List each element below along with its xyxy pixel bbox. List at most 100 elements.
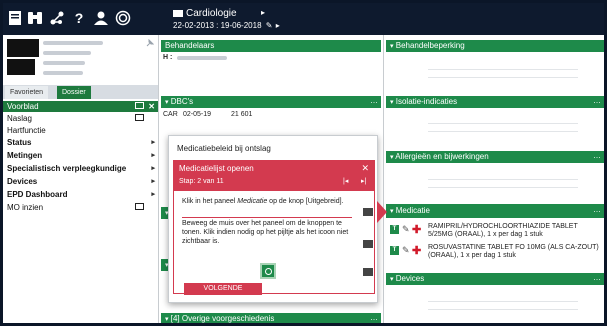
document-icon[interactable]	[7, 10, 23, 26]
last-step-icon[interactable]: ▸|	[361, 177, 366, 185]
tab-favorieten[interactable]: Favorieten	[5, 86, 49, 99]
folder-icon	[173, 10, 183, 17]
patient-name-redacted	[43, 41, 103, 45]
chevron-down-icon: ▾	[390, 208, 394, 215]
chevron-right-icon: ▸	[275, 21, 280, 30]
panel-header-dbcs[interactable]: ▾ DBC's …	[161, 96, 381, 108]
panel-header-isolatie-indicaties[interactable]: ▾ Isolatie-indicaties …	[386, 96, 604, 108]
panel-header-allergieen[interactable]: ▾ Allergieën en bijwerkingen …	[386, 151, 604, 163]
panel-header-devices[interactable]: ▾ Devices …	[386, 273, 604, 285]
divider	[383, 35, 384, 323]
chevron-down-icon: ▾	[165, 316, 169, 323]
first-step-icon[interactable]: |◂	[343, 177, 348, 185]
tutorial-pointer-arrow	[377, 201, 387, 223]
chevron-right-icon: ▸	[151, 165, 155, 172]
comment-icon[interactable]	[363, 208, 373, 216]
chevron-right-icon: ▸	[151, 178, 155, 185]
medical-cross-icon: ✚	[412, 245, 422, 257]
binoculars-icon[interactable]	[27, 10, 43, 26]
medication-row[interactable]: T ✎ ✚ ROSUVASTATINE TABLET FO 10MG (ALS …	[388, 244, 604, 262]
tutorial-step: Stap: 2 van 11	[179, 178, 224, 185]
more-icon[interactable]: …	[593, 203, 601, 217]
medication-row[interactable]: T ✎ ✚ RAMIPRIL/HYDROCHLOORTHIAZIDE TABLE…	[388, 223, 604, 241]
sidebar-item-specialistisch-verpleegkundige[interactable]: Specialistisch verpleegkundige ▸	[3, 163, 158, 174]
medication-type-icon: T	[390, 225, 399, 234]
empty-placeholder-line	[428, 69, 578, 70]
power-icon[interactable]	[115, 10, 131, 26]
patient-address-redacted	[43, 71, 83, 75]
document-icon[interactable]	[363, 240, 373, 248]
expand-button-icon	[260, 263, 276, 279]
panel-body-behandelaars: H :	[161, 52, 381, 89]
network-icon[interactable]	[49, 10, 65, 26]
panel-header-behandelaars[interactable]: Behandelaars	[161, 40, 381, 52]
empty-placeholder-line	[428, 123, 578, 124]
chevron-right-icon: ▸	[151, 152, 155, 159]
monitor-icon[interactable]	[135, 114, 144, 121]
chevron-right-icon: ▸	[261, 8, 266, 17]
panel-header-medicatie[interactable]: ▾ Medicatie …	[386, 204, 604, 218]
sidebar-menu: Voorblad ✕ Naslag Hartfunctie Status ▸ M…	[3, 99, 158, 323]
more-icon[interactable]: …	[593, 272, 601, 284]
patient-id-redacted	[7, 59, 35, 75]
chevron-down-icon: ▾	[390, 276, 394, 283]
sidebar-tabs: Favorieten Dossier	[3, 85, 158, 99]
chevron-down-icon: ▾	[390, 154, 394, 161]
close-icon[interactable]: ✕	[148, 101, 155, 112]
sidebar-item-naslag[interactable]: Naslag	[3, 113, 158, 124]
patient-birthdate-redacted	[43, 51, 91, 55]
department-label[interactable]: Cardiologie ▸	[173, 8, 265, 19]
behandelaar-name-redacted	[177, 56, 227, 60]
help-icon[interactable]: ?	[71, 10, 87, 26]
pin-icon[interactable]	[146, 38, 155, 49]
chevron-down-icon: ▾	[165, 99, 169, 106]
chevron-right-icon: ▸	[151, 191, 155, 198]
tutorial-header: Medicatielijst openen ✕ Stap: 2 van 11 |…	[173, 160, 375, 190]
sidebar-item-voorblad[interactable]: Voorblad ✕	[3, 101, 158, 112]
sidebar-item-devices[interactable]: Devices ▸	[3, 176, 158, 187]
tutorial-popup: Medicatiebeleid bij ontslag Medicatielij…	[168, 135, 378, 303]
monitor-icon[interactable]	[135, 203, 144, 210]
chevron-down-icon: ▾	[390, 43, 394, 50]
dbc-code: CAR	[163, 111, 178, 118]
empty-placeholder-line	[428, 301, 578, 302]
monitor-icon[interactable]	[135, 102, 144, 109]
patient-number-redacted	[43, 61, 85, 65]
edit-icon[interactable]: ✎	[402, 245, 410, 256]
more-icon[interactable]: …	[593, 95, 601, 107]
user-icon[interactable]	[93, 10, 109, 26]
patient-photo-redacted	[7, 39, 39, 57]
tutorial-title: Medicatielijst openen	[179, 164, 254, 173]
empty-placeholder-line	[428, 77, 578, 78]
dbc-date: 02-05-19	[183, 111, 212, 118]
panel-header-voorgeschiedenis[interactable]: ▾ [4] Overige voorgeschiedenis …	[161, 313, 381, 323]
tutorial-body: Klik in het paneel Medicatie op de knop …	[173, 190, 375, 294]
popup-title: Medicatiebeleid bij ontslag	[177, 144, 271, 153]
divider	[182, 217, 352, 218]
divider	[158, 35, 159, 323]
medication-type-icon: T	[390, 246, 399, 255]
tab-dossier[interactable]: Dossier	[57, 86, 91, 99]
sidebar-item-epd-dashboard[interactable]: EPD Dashboard ▸	[3, 189, 158, 200]
edit-icon[interactable]: ✎	[266, 21, 273, 30]
chevron-down-icon: ▾	[390, 99, 394, 106]
sidebar-item-metingen[interactable]: Metingen ▸	[3, 150, 158, 161]
sidebar-item-hartfunctie[interactable]: Hartfunctie	[3, 125, 158, 136]
next-button[interactable]: VOLGENDE	[184, 283, 262, 295]
sidebar-item-status[interactable]: Status ▸	[3, 137, 158, 148]
tutorial-instruction: Klik in het paneel Medicatie op de knop …	[182, 198, 344, 205]
more-icon[interactable]: …	[370, 95, 378, 107]
edit-icon[interactable]: ✎	[402, 224, 410, 235]
close-icon[interactable]: ✕	[361, 163, 369, 174]
more-icon[interactable]: …	[593, 150, 601, 162]
patient-card	[3, 35, 158, 85]
sidebar-item-mo-inzien[interactable]: MO inzien	[3, 202, 158, 213]
more-icon[interactable]: …	[370, 312, 378, 323]
tutorial-hint: Beweeg de muis over het paneel om de kno…	[182, 220, 349, 245]
list-icon[interactable]	[363, 268, 373, 276]
empty-placeholder-line	[428, 187, 578, 188]
empty-placeholder-line	[428, 309, 578, 310]
empty-placeholder-line	[428, 179, 578, 180]
panel-header-behandelbeperking[interactable]: ▾ Behandelbeperking	[386, 40, 604, 52]
empty-placeholder-line	[428, 131, 578, 132]
